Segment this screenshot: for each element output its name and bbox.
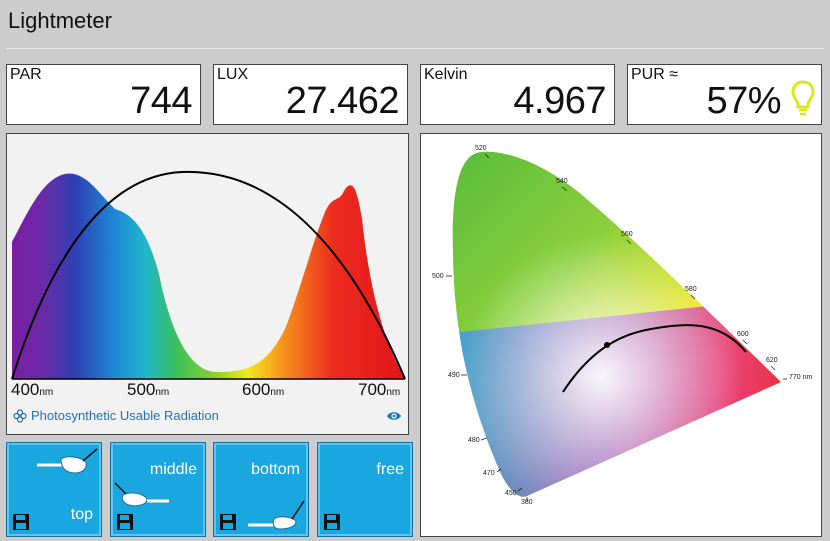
flower-icon	[13, 408, 27, 423]
preset-free-label: free	[376, 461, 404, 478]
hand-icon	[37, 448, 98, 474]
wl-label-600: 600	[737, 331, 749, 338]
pur-toggle[interactable]: Photosynthetic Usable Radiation	[13, 408, 219, 423]
tick-num: 600	[242, 380, 271, 399]
metric-card-lux: LUX 27.462	[213, 64, 408, 125]
save-icon[interactable]	[219, 513, 237, 531]
pur-label: Photosynthetic Usable Radiation	[31, 408, 219, 423]
axis-tick-600: 600nm	[242, 380, 284, 400]
tick-num: 400	[11, 380, 40, 399]
axis-tick-700: 700nm	[358, 380, 400, 400]
axis-tick-500: 500nm	[127, 380, 169, 400]
cie-panel: 520 540 560 580 600 620 770 nm 500 490 4…	[420, 133, 822, 537]
wl-label-580: 580	[685, 286, 697, 293]
wl-label-540: 540	[556, 178, 568, 185]
white-point-marker	[604, 342, 610, 348]
wl-label-520: 520	[475, 145, 487, 152]
tick-num: 500	[127, 380, 156, 399]
app-title: Lightmeter	[8, 8, 112, 33]
cie-diagram: 520 540 560 580 600 620 770 nm 500 490 4…	[432, 145, 813, 506]
title-divider	[6, 48, 824, 49]
wl-label-770: 770 nm	[789, 374, 813, 381]
metric-card-par: PAR 744	[6, 64, 201, 125]
save-icon[interactable]	[12, 513, 30, 531]
tick-num: 700	[358, 380, 387, 399]
metric-value-lux: 27.462	[285, 80, 400, 122]
save-icon[interactable]	[323, 513, 341, 531]
bulb-icon	[791, 80, 815, 116]
metric-label-par: PAR	[10, 66, 42, 83]
wl-label-560: 560	[621, 231, 633, 238]
spectrum-panel: 400nm 500nm 600nm 700nm Photosynthetic U…	[6, 133, 409, 435]
spectrum-graph	[11, 170, 406, 380]
metric-card-pur: PUR ≈ 57%	[627, 64, 822, 125]
metric-card-kelvin: Kelvin 4.967	[420, 64, 615, 125]
preset-top-label: top	[70, 506, 93, 523]
preset-bottom-label: bottom	[251, 461, 300, 478]
metric-value-par: 744	[130, 80, 192, 122]
wl-label-470: 470	[483, 470, 495, 477]
metric-value-pur: 57%	[706, 80, 781, 122]
tick-unit: nm	[39, 387, 54, 398]
preset-bottom-button[interactable]: bottom	[213, 442, 309, 537]
preset-top-button[interactable]: top	[6, 442, 102, 537]
wl-label-500: 500	[432, 273, 444, 280]
preset-free-button[interactable]: free	[317, 442, 413, 537]
wl-label-450: 450	[505, 490, 517, 497]
hand-icon	[248, 500, 305, 530]
hand-icon	[114, 482, 169, 507]
spectrum-area	[12, 173, 405, 379]
save-icon[interactable]	[116, 513, 134, 531]
tick-unit: nm	[270, 387, 285, 398]
preset-middle-button[interactable]: middle	[110, 442, 206, 537]
axis-tick-400: 400nm	[11, 380, 53, 400]
preset-middle-label: middle	[149, 461, 197, 478]
metric-label-lux: LUX	[217, 66, 249, 83]
metric-value-kelvin: 4.967	[513, 80, 606, 122]
eye-icon[interactable]	[386, 410, 402, 422]
wl-label-490: 490	[448, 372, 460, 379]
metric-label-pur: PUR ≈	[631, 66, 679, 83]
wl-label-480: 480	[468, 437, 480, 444]
tick-unit: nm	[386, 387, 401, 398]
tick-unit: nm	[155, 387, 170, 398]
wl-label-620: 620	[766, 357, 778, 364]
metric-label-kelvin: Kelvin	[424, 66, 468, 83]
